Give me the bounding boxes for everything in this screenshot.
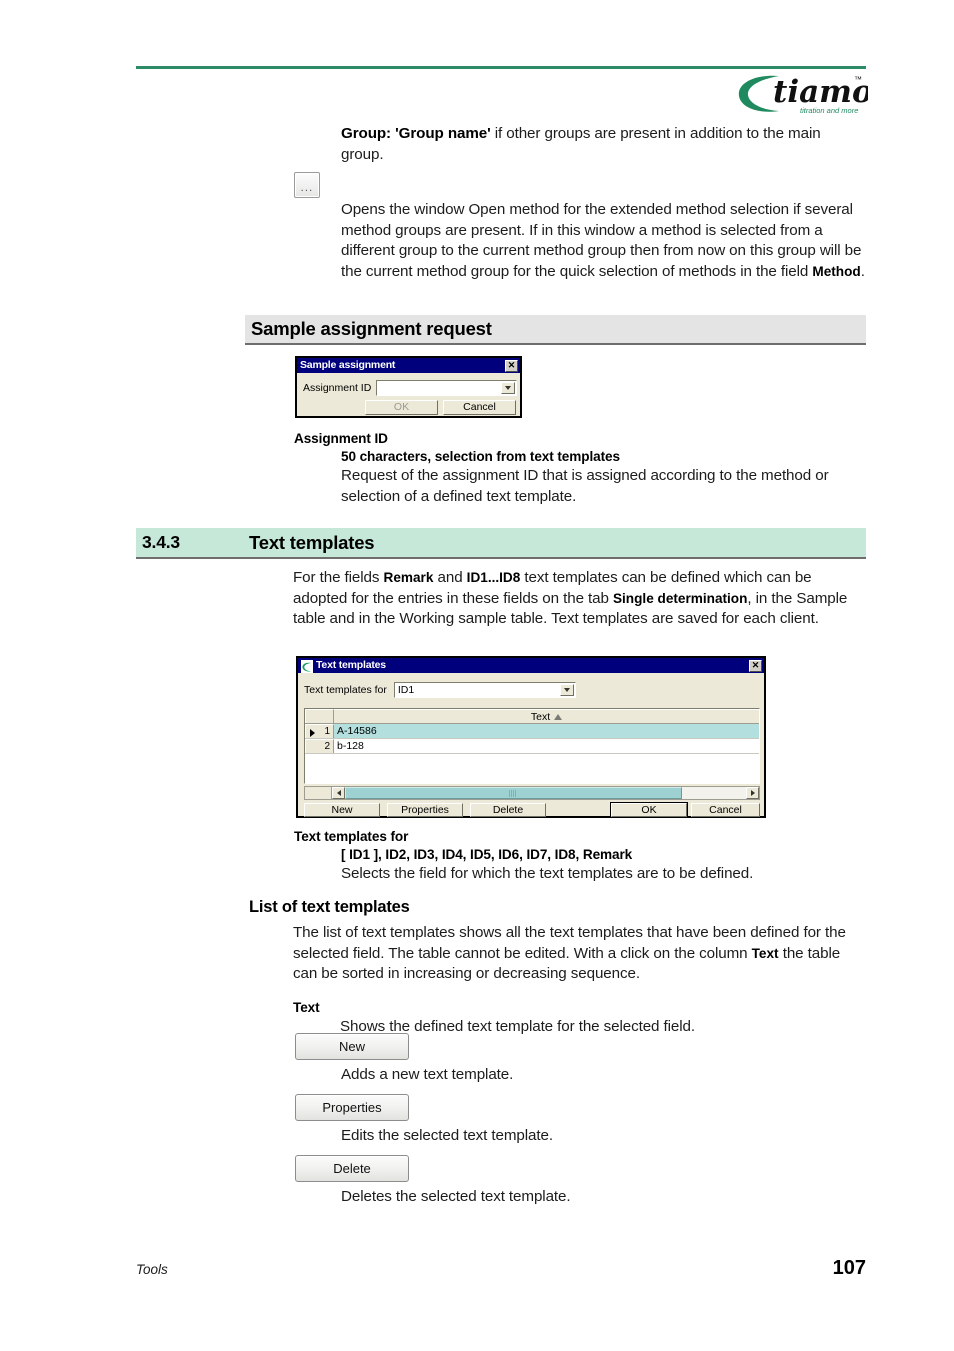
- delete-button-caption: Deletes the selected text template.: [341, 1188, 571, 1205]
- list-para-bold-text: Text: [751, 945, 779, 961]
- dialog-ok-button[interactable]: OK: [610, 802, 688, 818]
- assignment-id-label: Assignment ID: [303, 382, 372, 394]
- assignment-id-combo[interactable]: [376, 380, 517, 396]
- dialog-new-button[interactable]: New: [304, 803, 380, 817]
- dialog-delete-button[interactable]: Delete: [470, 803, 546, 817]
- row-index-label: 1: [324, 726, 330, 737]
- new-button-caption: Adds a new text template.: [341, 1066, 514, 1083]
- scroll-left-icon[interactable]: [332, 787, 345, 799]
- assignment-id-term: Assignment ID: [294, 431, 388, 446]
- text-desc: Shows the defined text template for the …: [340, 1017, 695, 1035]
- section-heading-343: 3.4.3 Text templates: [136, 528, 866, 559]
- row-text: b-128: [337, 740, 364, 752]
- row-marker-icon: [310, 729, 315, 737]
- text-templates-dialog: Text templates ✕ Text templates for ID1 …: [296, 656, 766, 818]
- assignment-id-desc: Request of the assignment ID that is ass…: [341, 467, 829, 505]
- text-templates-intro-paragraph: For the fields Remark and ID1...ID8 text…: [293, 568, 865, 630]
- dialog-title: Sample assignment: [300, 360, 396, 371]
- svg-text:titration and more: titration and more: [800, 106, 858, 115]
- text-templates-for-combo[interactable]: ID1: [393, 682, 576, 698]
- row-text: A-14586: [334, 724, 759, 738]
- properties-button-caption: Edits the selected text template.: [341, 1127, 553, 1144]
- opens-text: Opens the window Open method for the ext…: [341, 201, 862, 280]
- tt-for-desc: Selects the field for which the text tem…: [341, 865, 754, 882]
- row-index-label: 2: [324, 741, 330, 752]
- opens-window-paragraph: Opens the window Open method for the ext…: [341, 200, 865, 282]
- list-paragraph: The list of text templates shows all the…: [293, 923, 864, 985]
- row-index: 2: [305, 739, 334, 753]
- group-term: Group: 'Group name': [341, 125, 491, 142]
- list-heading: List of text templates: [249, 898, 410, 916]
- chevron-down-icon[interactable]: [559, 684, 574, 696]
- scrollbar-thumb[interactable]: [345, 787, 682, 799]
- assignment-id-subterm: 50 characters, selection from text templ…: [341, 449, 620, 464]
- table-row[interactable]: 2 b-128: [305, 739, 759, 754]
- assignment-id-value: [377, 381, 500, 395]
- opens-text-method: Method: [812, 263, 861, 279]
- footer-rule: [136, 1258, 866, 1259]
- para-part-1: For the fields: [293, 569, 384, 586]
- close-icon[interactable]: ✕: [505, 359, 518, 372]
- tt-for-subterm: [ ID1 ], ID2, ID3, ID4, ID5, ID6, ID7, I…: [341, 847, 633, 862]
- new-button[interactable]: New: [295, 1033, 409, 1060]
- group-paragraph: Group: 'Group name' if other groups are …: [341, 124, 864, 165]
- row-index: 1: [305, 724, 334, 738]
- dialog-properties-button[interactable]: Properties: [387, 803, 463, 817]
- table-row[interactable]: 1 A-14586: [305, 724, 759, 739]
- tt-for-term: Text templates for: [294, 829, 409, 844]
- dialog-cancel-button[interactable]: Cancel: [443, 400, 516, 415]
- text-templates-table[interactable]: Text 1 A-14586 2 b-128: [304, 708, 760, 784]
- sample-assignment-dialog: Sample assignment ✕ Assignment ID OK Can…: [295, 356, 522, 418]
- footer-chapter: Tools: [136, 1262, 168, 1277]
- dialog-button-row: New Properties Delete OK Cancel: [304, 802, 760, 818]
- para-bold-single-determination: Single determination: [612, 590, 748, 606]
- dialog-cancel-button[interactable]: Cancel: [691, 803, 760, 817]
- section-heading-sample-assignment-request: Sample assignment request: [245, 315, 866, 345]
- column-header-text[interactable]: Text: [334, 709, 759, 723]
- ellipsis-button[interactable]: ...: [294, 172, 320, 198]
- horizontal-scrollbar[interactable]: [304, 786, 760, 800]
- properties-button[interactable]: Properties: [295, 1094, 409, 1121]
- ellipsis-icon: ...: [300, 182, 314, 194]
- delete-button[interactable]: Delete: [295, 1155, 409, 1182]
- scroll-right-icon[interactable]: [746, 787, 759, 799]
- text-templates-for-label: Text templates for: [304, 684, 387, 696]
- text-templates-for-row: Text templates for ID1: [304, 682, 576, 698]
- para-part-2: and: [433, 569, 467, 586]
- chevron-down-icon[interactable]: [501, 382, 515, 394]
- column-header-text-label: Text: [530, 710, 551, 723]
- opens-text-end: .: [860, 262, 865, 280]
- section-title: Sample assignment request: [251, 318, 492, 339]
- document-page: tiamo ™ titration and more Group: 'Group…: [0, 0, 954, 1351]
- dialog-title: Text templates: [316, 660, 386, 671]
- scrollbar-track[interactable]: [345, 787, 746, 799]
- assignment-id-description: Assignment ID 50 characters, selection f…: [294, 430, 864, 507]
- text-templates-for-description: Text templates for [ ID1 ], ID2, ID3, ID…: [294, 828, 864, 885]
- section-number: 3.4.3: [142, 532, 180, 552]
- list-of-text-templates-block: List of text templates The list of text …: [249, 898, 864, 1037]
- tiamo-swoosh-icon: [301, 659, 313, 673]
- sort-ascending-icon: [554, 713, 563, 720]
- close-icon[interactable]: ✕: [749, 659, 762, 672]
- dialog-ok-button[interactable]: OK: [365, 400, 438, 415]
- para-bold-id-range: ID1...ID8: [466, 570, 521, 585]
- assignment-id-row: Assignment ID: [303, 380, 517, 396]
- table-header-row: Text: [305, 709, 759, 724]
- dialog-titlebar: Sample assignment ✕: [297, 358, 520, 373]
- section-title-text-templates: Text templates: [249, 532, 375, 553]
- tiamo-logo: tiamo ™ titration and more: [733, 68, 868, 118]
- svg-text:™: ™: [854, 75, 862, 84]
- text-term: Text: [293, 999, 320, 1015]
- dialog-titlebar: Text templates ✕: [298, 658, 764, 673]
- text-templates-for-value: ID1: [397, 684, 415, 696]
- para-bold-remark: Remark: [383, 570, 434, 585]
- column-header-index: [305, 709, 334, 723]
- scrollbar-corner: [305, 787, 332, 799]
- footer-page-number: 107: [832, 1257, 866, 1279]
